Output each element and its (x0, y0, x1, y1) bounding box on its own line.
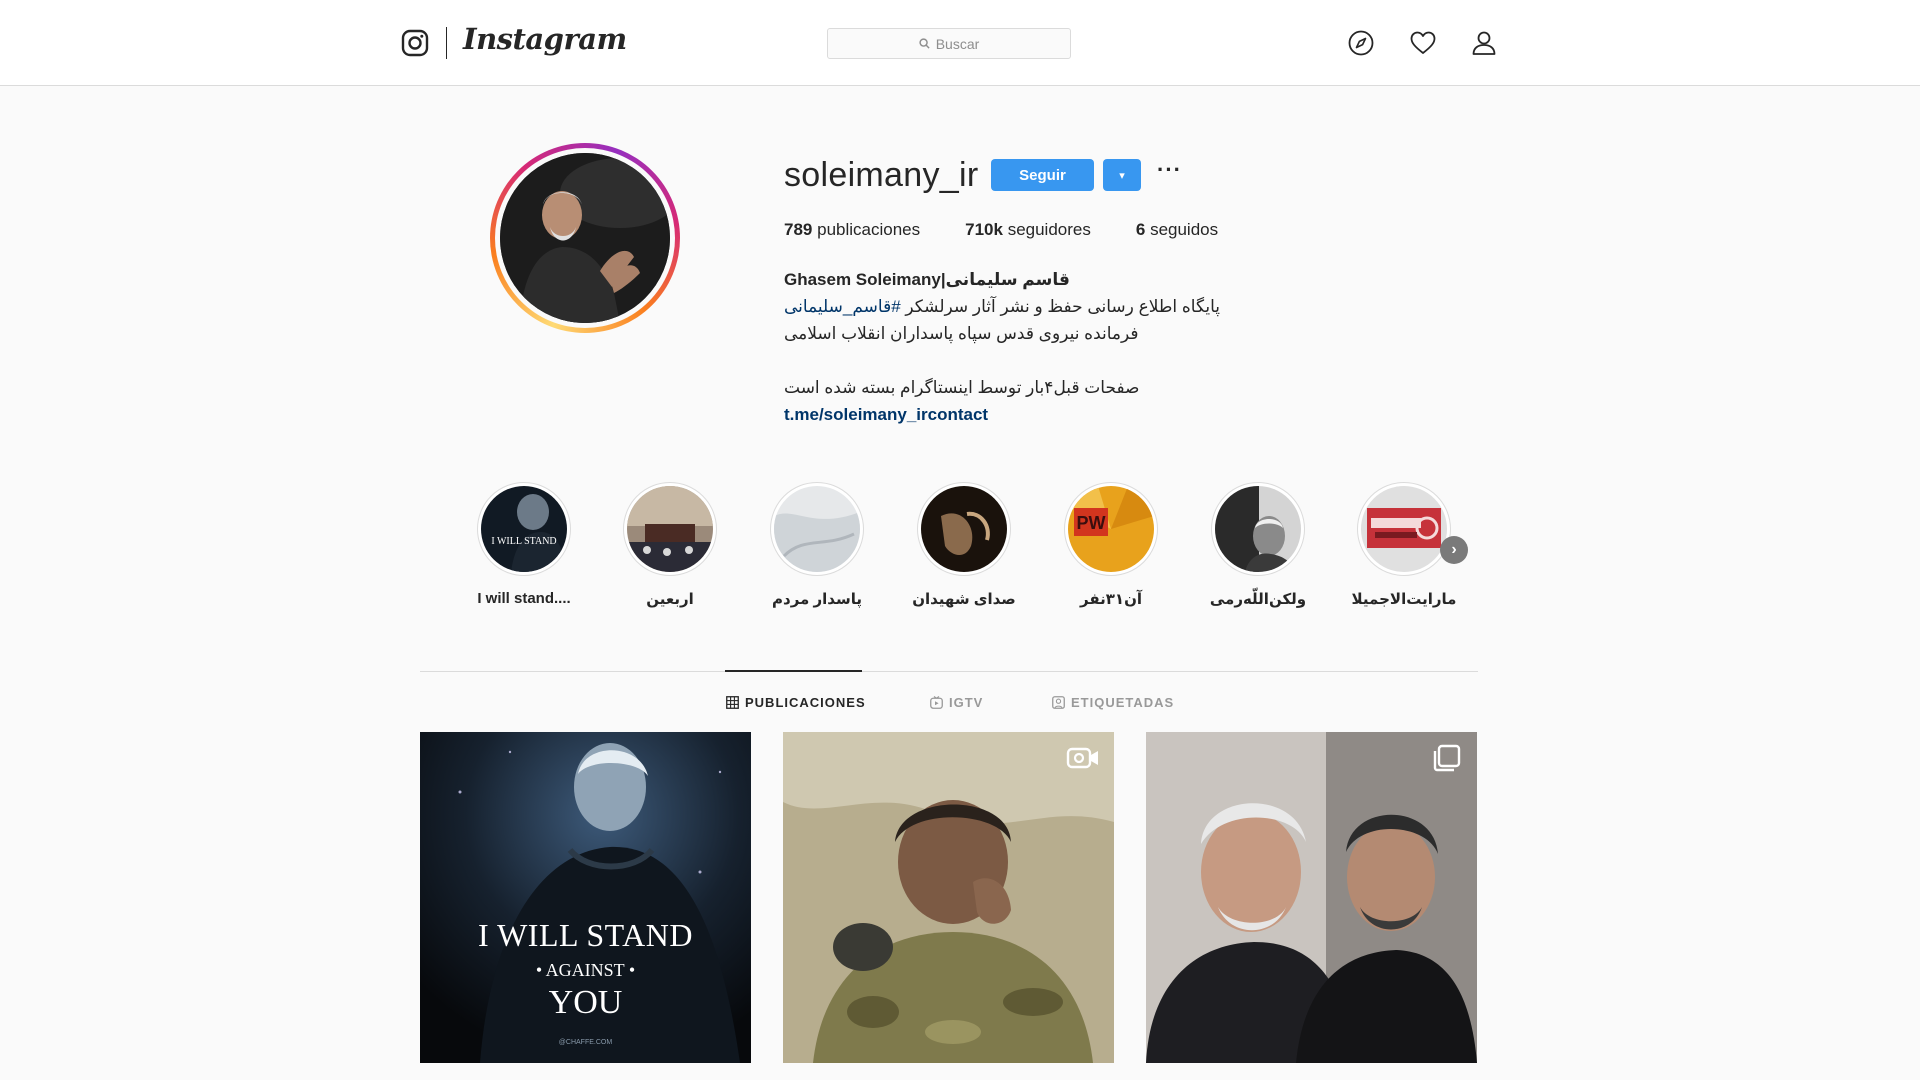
chevron-down-icon: ▾ (1119, 169, 1125, 182)
suggestions-dropdown-button[interactable]: ▾ (1103, 159, 1141, 191)
follow-button[interactable]: Seguir (991, 159, 1094, 191)
post-image (1146, 732, 1477, 1063)
search-icon (919, 38, 930, 49)
post-thumbnail[interactable] (783, 732, 1114, 1063)
carousel-badge-icon (1433, 744, 1461, 772)
logo-divider (446, 27, 447, 59)
highlight-cover (921, 486, 1007, 572)
post-title-line: I WILL STAND (478, 917, 693, 953)
highlight-item[interactable]: PW آن۳۱نفر (1046, 482, 1176, 608)
highlight-label: ولکن‌اللّه‌رمی (1209, 591, 1307, 608)
highlight-label: اربعین (646, 591, 694, 608)
highlight-cover (774, 486, 860, 572)
following-count[interactable]: 6 seguidos (1136, 220, 1218, 240)
profile-icon[interactable] (1470, 29, 1498, 57)
tagged-icon (1052, 696, 1065, 709)
highlight-item[interactable]: اربعین (605, 482, 735, 608)
top-navbar: Instagram Buscar (0, 0, 1920, 86)
svg-text:PW: PW (1077, 513, 1106, 533)
highlight-cover (1361, 486, 1447, 572)
bio-full-name: Ghasem Soleimany|قاسم سلیمانی (784, 270, 1070, 289)
ellipsis-icon: ··· (1157, 157, 1182, 182)
instagram-logo-icon[interactable] (401, 29, 429, 57)
tab-label: ETIQUETADAS (1071, 695, 1175, 710)
tab-label: IGTV (949, 695, 984, 710)
post-title-line: • AGAINST • (535, 960, 636, 980)
bio-hashtag-link[interactable]: #قاسم_سلیمانی (784, 297, 901, 316)
post-thumbnail[interactable] (1146, 732, 1477, 1063)
bio-line-3: صفحات قبل۴بار توسط اینستاگرام بسته شده ا… (784, 378, 1140, 397)
tab-etiquetadas[interactable]: ETIQUETADAS (1052, 695, 1174, 710)
profile-bio: Ghasem Soleimany|قاسم سلیمانی پایگاه اطل… (784, 266, 1244, 428)
grid-icon (726, 696, 739, 709)
highlight-item[interactable]: صدای شهیدان (899, 482, 1029, 608)
highlight-cover: PW (1068, 486, 1154, 572)
post-title-line: YOU (548, 984, 623, 1021)
highlight-cover (1215, 486, 1301, 572)
tab-igtv[interactable]: IGTV (930, 695, 983, 710)
post-video-frame (783, 732, 1114, 1063)
tab-label: PUBLICACIONES (745, 695, 866, 710)
bio-external-link[interactable]: t.me/soleimany_ircontact (784, 401, 1244, 428)
instagram-wordmark[interactable]: Instagram (463, 22, 627, 56)
highlight-item[interactable]: ولکن‌اللّه‌رمی (1193, 482, 1323, 608)
compass-icon[interactable] (1347, 29, 1375, 57)
highlight-item[interactable]: پاسدار مردم (752, 482, 882, 608)
svg-text:I WILL STAND: I WILL STAND (491, 536, 556, 547)
heart-icon[interactable] (1409, 29, 1437, 57)
post-thumbnail[interactable]: I WILL STAND • AGAINST • YOU @CHAFFE.COM (420, 732, 751, 1063)
tab-publicaciones[interactable]: PUBLICACIONES (726, 695, 866, 710)
highlight-label: مارایت‌الاجمیلا (1351, 591, 1457, 608)
active-tab-indicator (725, 670, 862, 672)
post-credit: @CHAFFE.COM (558, 1039, 613, 1046)
igtv-icon (930, 696, 943, 709)
story-highlights: I WILL STAND I will stand.... اربعین پاس… (459, 482, 1459, 622)
bio-line-1: پایگاه اطلاع رسانی حفظ و نشر آثار سرلشکر… (784, 297, 1220, 316)
profile-stats: 789 publicaciones 710k seguidores 6 segu… (784, 220, 1218, 240)
highlights-next-button[interactable]: › (1440, 536, 1468, 564)
highlight-label: I will stand.... (477, 590, 571, 607)
more-options-button[interactable]: ··· (1157, 157, 1182, 188)
search-input[interactable]: Buscar (827, 28, 1071, 59)
profile-username: soleimany_ir (784, 156, 979, 194)
posts-count: 789 publicaciones (784, 220, 921, 239)
avatar-photo (500, 153, 670, 323)
chevron-right-icon: › (1451, 541, 1457, 558)
highlight-cover (627, 486, 713, 572)
highlight-label: صدای شهیدان (912, 591, 1016, 608)
bio-line-2: فرمانده نیروی قدس سپاه پاسداران انقلاب ا… (784, 324, 1139, 343)
tabs-divider (420, 671, 1478, 672)
highlight-cover: I WILL STAND (481, 486, 567, 572)
highlight-label: پاسدار مردم (772, 591, 862, 608)
profile-avatar[interactable] (490, 143, 680, 333)
followers-count[interactable]: 710k seguidores (965, 220, 1091, 240)
video-badge-icon (1066, 747, 1098, 769)
highlight-item[interactable]: I WILL STAND I will stand.... (459, 482, 589, 607)
highlight-label: آن۳۱نفر (1079, 591, 1143, 608)
search-placeholder: Buscar (935, 35, 980, 52)
